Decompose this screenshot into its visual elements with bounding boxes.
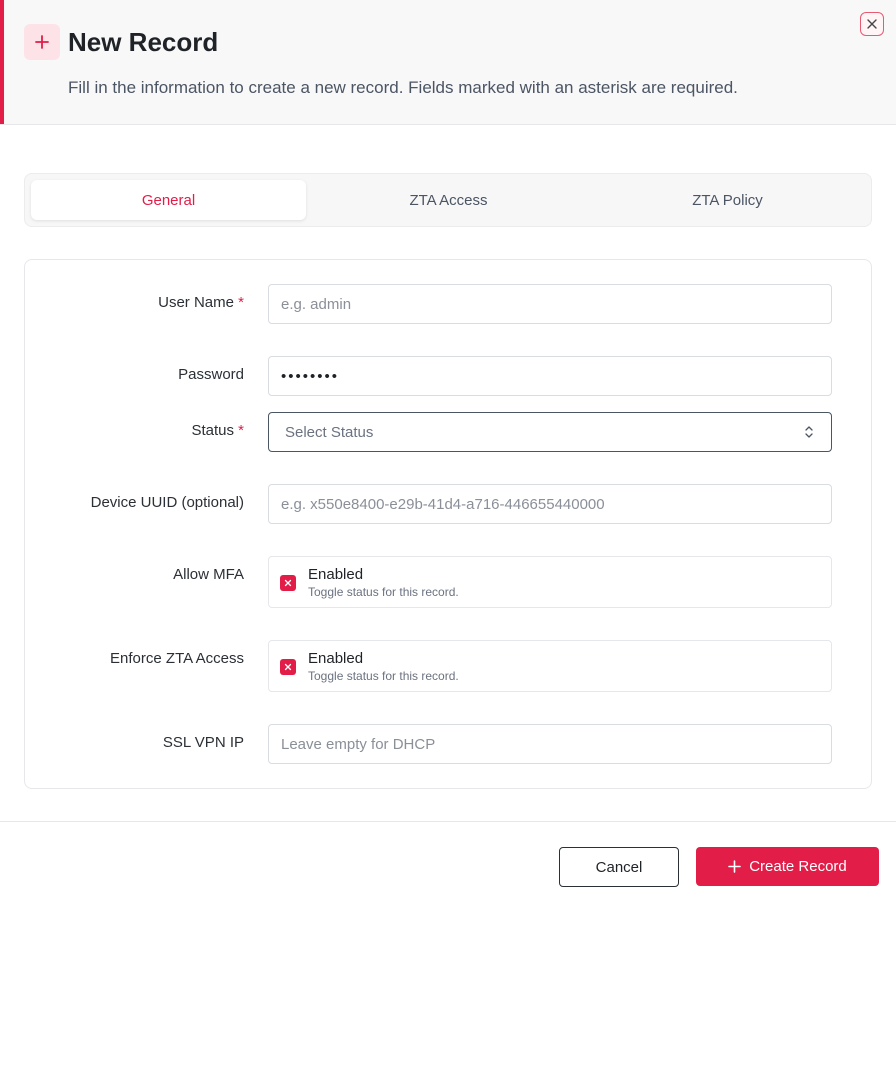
cancel-button[interactable]: Cancel <box>559 847 679 887</box>
page-title: New Record <box>68 27 219 57</box>
form-card: User Name * Password Status * Select Sta… <box>24 259 872 789</box>
required-mark: * <box>238 422 244 439</box>
enforce-zta-toggle[interactable]: Enabled Toggle status for this record. <box>268 640 832 692</box>
dialog-header: New Record Fill in the information to cr… <box>0 0 896 125</box>
plus-icon <box>728 860 742 873</box>
device-uuid-input[interactable] <box>268 484 832 524</box>
enforce-zta-status: Enabled <box>308 650 364 667</box>
dialog-footer: Cancel Create Record <box>0 821 896 911</box>
chevron-up-down-icon <box>805 426 813 438</box>
x-icon <box>280 575 296 591</box>
tab-zta-policy[interactable]: ZTA Policy <box>590 180 865 220</box>
plus-icon <box>24 24 60 60</box>
ssl-vpn-ip-input[interactable] <box>268 724 832 764</box>
close-icon <box>867 19 877 29</box>
page-subtitle: Fill in the information to create a new … <box>68 78 738 97</box>
x-icon <box>280 659 296 675</box>
status-select[interactable]: Select Status <box>268 412 832 452</box>
close-button[interactable] <box>860 12 884 36</box>
status-select-placeholder: Select Status <box>285 423 374 441</box>
password-label: Password <box>178 366 244 383</box>
tab-zta-access[interactable]: ZTA Access <box>311 180 586 220</box>
user-name-label: User Name * <box>158 294 244 311</box>
allow-mfa-status: Enabled <box>308 566 364 583</box>
status-label: Status * <box>191 422 244 439</box>
allow-mfa-description: Toggle status for this record. <box>308 585 459 599</box>
create-record-label: Create Record <box>749 858 847 875</box>
allow-mfa-label: Allow MFA <box>173 566 244 583</box>
header-accent-bar <box>0 0 4 124</box>
device-uuid-label: Device UUID (optional) <box>90 494 244 511</box>
user-name-input[interactable] <box>268 284 832 324</box>
enforce-zta-description: Toggle status for this record. <box>308 669 459 683</box>
tab-general[interactable]: General <box>31 180 306 220</box>
enforce-zta-label: Enforce ZTA Access <box>110 650 244 667</box>
create-record-button[interactable]: Create Record <box>696 847 879 886</box>
password-input[interactable] <box>268 356 832 396</box>
tab-bar: General ZTA Access ZTA Policy <box>24 173 872 227</box>
required-mark: * <box>238 294 244 311</box>
ssl-vpn-ip-label: SSL VPN IP <box>162 734 244 751</box>
allow-mfa-toggle[interactable]: Enabled Toggle status for this record. <box>268 556 832 608</box>
